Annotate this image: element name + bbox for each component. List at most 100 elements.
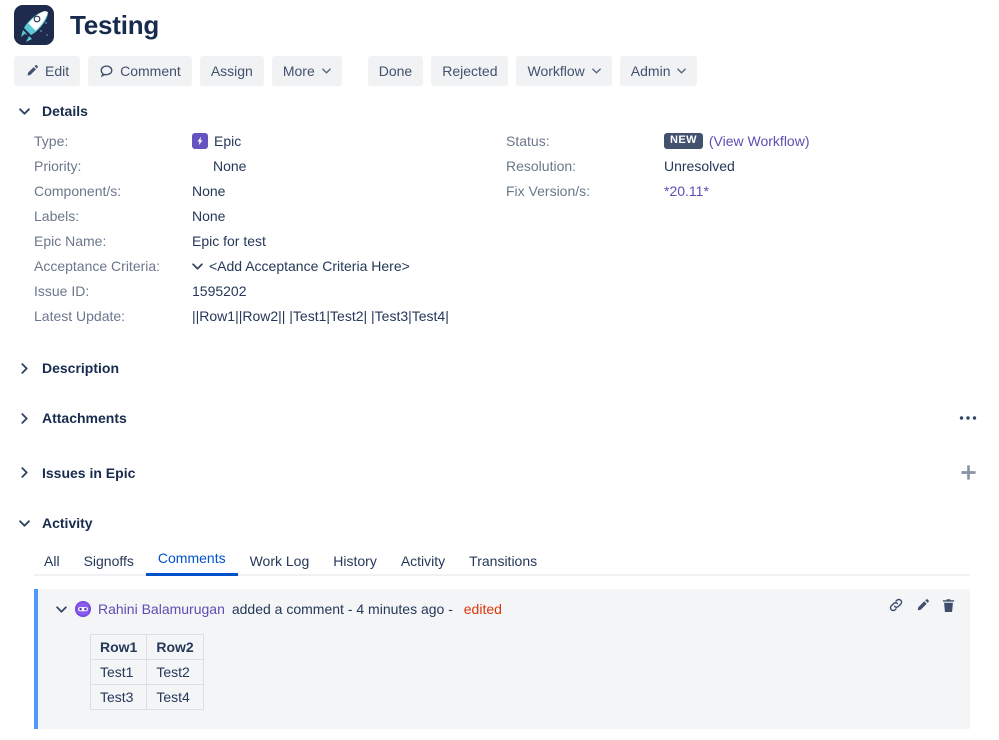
detail-value: None bbox=[192, 183, 226, 199]
status-badge: NEW bbox=[664, 133, 703, 149]
detail-row-labels: Labels: None bbox=[34, 208, 504, 233]
epic-icon bbox=[192, 133, 208, 149]
attachments-section-header[interactable]: Attachments bbox=[0, 410, 127, 426]
detail-value: *20.11* bbox=[664, 183, 709, 199]
detail-row-status: Status: NEW (View Workflow) bbox=[506, 133, 976, 158]
chevron-down-icon bbox=[677, 68, 687, 74]
detail-label: Status: bbox=[506, 133, 550, 149]
tab-all[interactable]: All bbox=[34, 553, 72, 576]
table-cell: Test1 bbox=[89, 659, 148, 685]
done-button[interactable]: Done bbox=[367, 56, 424, 86]
rejected-button[interactable]: Rejected bbox=[431, 56, 509, 86]
detail-label: Fix Version/s: bbox=[506, 183, 591, 199]
detail-value: Epic for test bbox=[192, 233, 266, 249]
detail-value: ||Row1||Row2|| |Test1|Test2| |Test3|Test… bbox=[192, 308, 449, 324]
trash-icon[interactable] bbox=[941, 598, 956, 613]
add-issue-plus-icon[interactable] bbox=[960, 464, 977, 481]
comment-button-label: Comment bbox=[120, 63, 181, 79]
rocket-icon bbox=[14, 5, 54, 45]
description-section-title: Description bbox=[42, 360, 120, 376]
avatar[interactable] bbox=[75, 601, 91, 617]
detail-row-issue-id: Issue ID: 1595202 bbox=[34, 283, 504, 308]
chevron-down-icon[interactable] bbox=[192, 262, 203, 270]
done-button-label: Done bbox=[378, 63, 413, 79]
issues-in-epic-section: Issues in Epic bbox=[0, 464, 999, 481]
comment-button[interactable]: Comment bbox=[88, 56, 192, 86]
details-column-left: Type: Epic Priority: None Component/s: N… bbox=[34, 133, 504, 333]
detail-label: Type: bbox=[34, 133, 69, 149]
detail-label: Issue ID: bbox=[34, 283, 90, 299]
chevron-down-icon[interactable] bbox=[56, 605, 67, 613]
detail-value-text: Epic bbox=[214, 133, 242, 149]
issue-detail-page: Testing Edit Comment Assign More Done Re… bbox=[0, 0, 999, 740]
activity-section: Activity All Signoffs Comments Work Log … bbox=[0, 515, 999, 729]
comment-action-text: added a comment - 4 minutes ago - bbox=[231, 601, 457, 617]
issues-in-epic-section-title: Issues in Epic bbox=[42, 464, 136, 481]
action-toolbar: Edit Comment Assign More Done Rejected W… bbox=[0, 44, 999, 86]
detail-value: Unresolved bbox=[664, 158, 735, 174]
detail-value-text: <Add Acceptance Criteria Here> bbox=[209, 258, 410, 274]
comment-header: Rahini Balamurugan added a comment - 4 m… bbox=[56, 601, 956, 617]
tab-activity[interactable]: Activity bbox=[389, 553, 457, 576]
admin-button[interactable]: Admin bbox=[619, 56, 698, 86]
assign-button-label: Assign bbox=[210, 63, 253, 79]
attachments-section-title: Attachments bbox=[42, 410, 127, 426]
view-workflow-link[interactable]: (View Workflow) bbox=[709, 133, 810, 149]
more-button-label: More bbox=[282, 63, 315, 79]
detail-label: Resolution: bbox=[506, 158, 577, 174]
detail-row-resolution: Resolution: Unresolved bbox=[506, 158, 976, 183]
detail-value: Epic bbox=[192, 133, 241, 149]
table-row: Test1 Test2 bbox=[89, 659, 204, 685]
chevron-right-icon[interactable] bbox=[18, 362, 31, 375]
detail-label: Priority: bbox=[34, 158, 82, 174]
detail-value: NEW (View Workflow) bbox=[664, 133, 810, 149]
chevron-right-icon[interactable] bbox=[18, 412, 31, 425]
tab-history[interactable]: History bbox=[321, 553, 389, 576]
description-section: Description bbox=[0, 360, 999, 376]
detail-label: Component/s: bbox=[34, 183, 122, 199]
attachments-section: Attachments bbox=[0, 410, 999, 426]
page-title: Testing bbox=[70, 10, 160, 40]
issues-in-epic-section-header[interactable]: Issues in Epic bbox=[0, 465, 135, 481]
activity-section-header[interactable]: Activity bbox=[0, 515, 999, 531]
tab-work-log[interactable]: Work Log bbox=[238, 553, 322, 576]
assign-button[interactable]: Assign bbox=[199, 56, 264, 86]
comment-edited-label: edited bbox=[463, 601, 502, 617]
detail-row-priority: Priority: None bbox=[34, 158, 504, 183]
description-section-header[interactable]: Description bbox=[0, 360, 119, 376]
tab-transitions[interactable]: Transitions bbox=[457, 553, 549, 576]
tab-signoffs[interactable]: Signoffs bbox=[72, 553, 146, 576]
chevron-right-icon[interactable] bbox=[18, 466, 31, 479]
details-section: Details Type: Epic Priority: None Compon… bbox=[0, 103, 999, 368]
table-header-cell: Row2 bbox=[146, 634, 204, 660]
edit-button-label: Edit bbox=[45, 63, 70, 79]
detail-value: None bbox=[213, 158, 247, 174]
activity-section-title: Activity bbox=[42, 515, 93, 531]
comment-item: Rahini Balamurugan added a comment - 4 m… bbox=[34, 589, 970, 729]
attachments-more-options-icon[interactable] bbox=[959, 415, 977, 421]
workflow-button[interactable]: Workflow bbox=[516, 56, 612, 86]
details-section-header[interactable]: Details bbox=[0, 103, 999, 119]
more-button[interactable]: More bbox=[271, 56, 342, 86]
chevron-down-icon bbox=[591, 68, 601, 74]
edit-button[interactable]: Edit bbox=[14, 56, 81, 86]
detail-row-fix-versions: Fix Version/s: *20.11* bbox=[506, 183, 976, 208]
detail-value: 1595202 bbox=[192, 283, 247, 299]
table-header-cell: Row1 bbox=[89, 634, 148, 660]
link-icon[interactable] bbox=[888, 597, 904, 613]
table-row: Test3 Test4 bbox=[89, 684, 204, 710]
detail-row-components: Component/s: None bbox=[34, 183, 504, 208]
details-section-title: Details bbox=[42, 103, 88, 119]
table-cell: Test3 bbox=[89, 684, 148, 710]
chevron-down-icon[interactable] bbox=[18, 105, 31, 118]
comment-author-link[interactable]: Rahini Balamurugan bbox=[98, 601, 225, 617]
activity-tabs: All Signoffs Comments Work Log History A… bbox=[34, 548, 970, 576]
table-cell: Test2 bbox=[146, 659, 204, 685]
tab-comments[interactable]: Comments bbox=[145, 550, 238, 576]
pencil-icon[interactable] bbox=[915, 598, 930, 613]
speech-bubble-icon bbox=[99, 64, 114, 79]
detail-label: Labels: bbox=[34, 208, 80, 224]
details-column-right: Status: NEW (View Workflow) Resolution: … bbox=[506, 133, 976, 208]
admin-button-label: Admin bbox=[630, 63, 671, 79]
chevron-down-icon[interactable] bbox=[18, 517, 31, 530]
